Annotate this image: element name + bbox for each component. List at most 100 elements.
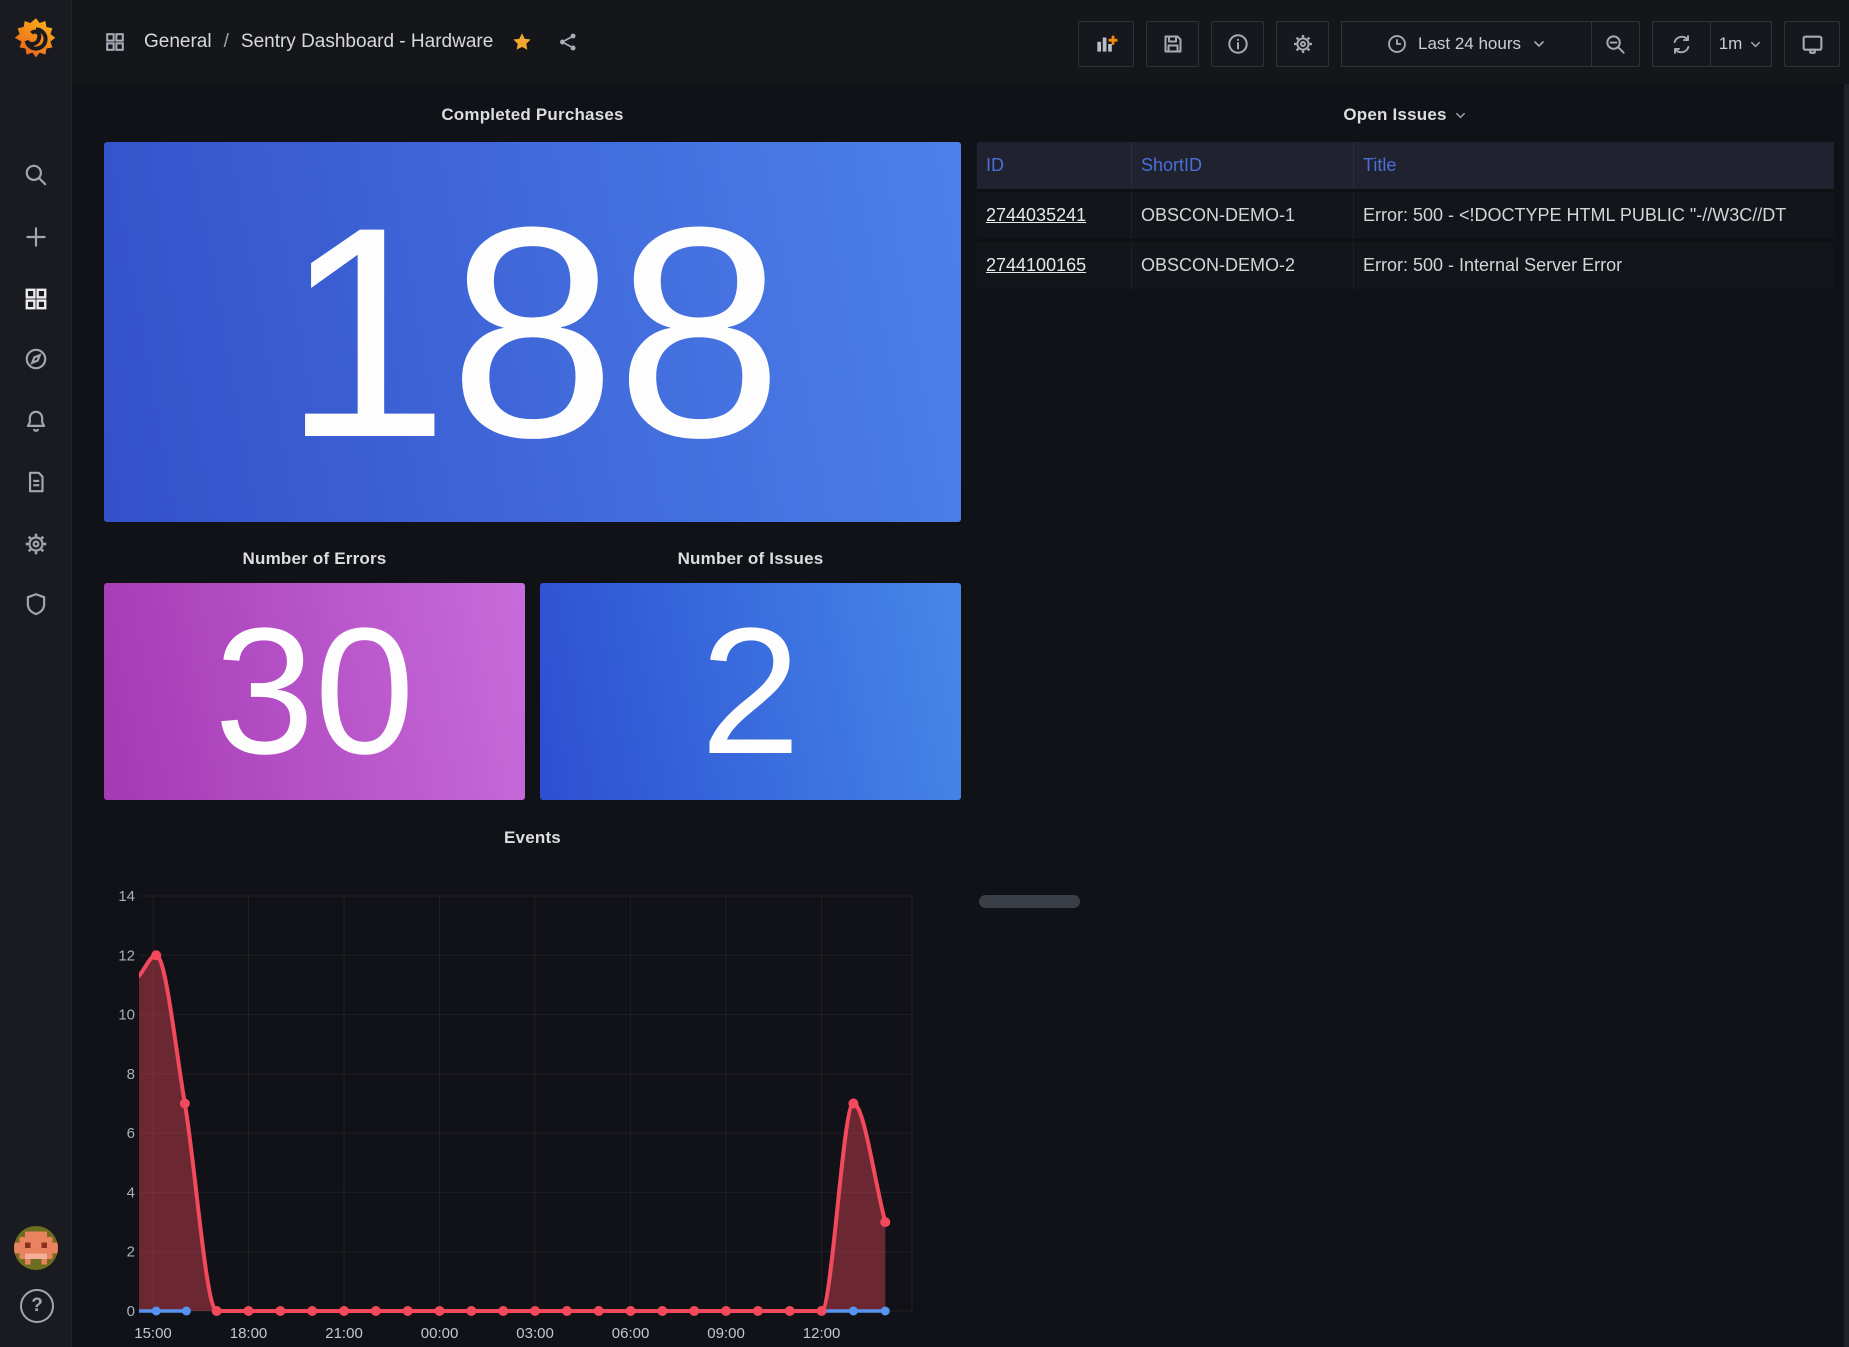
grafana-logo[interactable] <box>10 13 62 65</box>
column-header-shortid[interactable]: ShortID <box>1132 142 1354 189</box>
share-icon <box>560 33 576 51</box>
sidebar: ? <box>0 0 72 1347</box>
chevron-down-icon <box>1455 112 1465 118</box>
user-avatar[interactable] <box>14 1226 58 1270</box>
grafana-flame-icon <box>14 18 56 58</box>
refresh-interval-label: 1m <box>1718 34 1743 53</box>
chevron-down-icon <box>1751 41 1761 47</box>
sidebar-item-dashboards[interactable] <box>10 275 62 323</box>
open-issues-table: ID ShortID Title 2744035241 OBSCON-DEMO-… <box>977 142 1834 289</box>
svg-text:2: 2 <box>127 1244 135 1261</box>
refresh-group: 1m <box>1652 21 1772 67</box>
refresh-interval-picker[interactable]: 1m <box>1710 22 1771 66</box>
svg-text:06:00: 06:00 <box>612 1325 650 1342</box>
svg-text:0: 0 <box>127 1303 135 1320</box>
svg-text:18:00: 18:00 <box>230 1325 268 1342</box>
sidebar-item-server-admin[interactable] <box>10 580 62 628</box>
breadcrumb-separator: / <box>223 31 229 52</box>
breadcrumb-dashboard-title[interactable]: Sentry Dashboard - Hardware <box>241 31 493 53</box>
svg-text:4: 4 <box>127 1184 135 1201</box>
horizontal-scrollbar-thumb[interactable] <box>979 895 1080 908</box>
issue-title: Error: 500 - <!DOCTYPE HTML PUBLIC "-//W… <box>1363 205 1787 225</box>
breadcrumb-folder[interactable]: General <box>144 31 212 53</box>
stat-number-of-errors[interactable]: 30 <box>104 583 525 800</box>
gear-icon <box>25 533 47 555</box>
page-scrollbar-track[interactable] <box>1844 84 1849 1347</box>
compass-icon <box>25 348 47 370</box>
events-chart-panel: Events 0 2 4 6 8 10 12 14 15:00 18:00 21:00 00:00 03… <box>104 815 961 1347</box>
panel-title-text: Number of Issues <box>677 549 824 568</box>
dashboards-grid-icon <box>25 288 47 310</box>
chevron-down-icon <box>1534 41 1544 48</box>
save-icon <box>1164 35 1181 53</box>
svg-text:15:00: 15:00 <box>134 1325 172 1342</box>
svg-text:10: 10 <box>118 1007 135 1024</box>
grafana-app: ? General / Sentry Dashboard - Hardware <box>0 0 1849 1347</box>
dashboard-grid-icon <box>106 33 124 51</box>
panel-title-completed-purchases[interactable]: Completed Purchases <box>104 100 961 130</box>
sidebar-item-explore[interactable] <box>10 335 62 383</box>
panel-title-text: Completed Purchases <box>441 105 624 124</box>
stat-value: 188 <box>282 164 783 500</box>
add-panel-icon <box>1097 35 1118 52</box>
svg-text:09:00: 09:00 <box>707 1325 745 1342</box>
favorite-button[interactable] <box>511 31 533 53</box>
kiosk-mode-button[interactable] <box>1784 21 1840 67</box>
dashboard-insights-button[interactable] <box>1211 21 1264 67</box>
panel-title-text: Open Issues <box>1343 105 1447 124</box>
panel-title-text: Number of Errors <box>242 549 387 568</box>
column-header-id[interactable]: ID <box>977 142 1132 189</box>
gear-icon <box>1293 35 1312 53</box>
time-picker-group: Last 24 hours <box>1341 21 1640 67</box>
dashboard-toolbar: Last 24 hours 1m <box>1078 21 1840 67</box>
share-button[interactable] <box>557 31 579 53</box>
refresh-button[interactable] <box>1653 22 1710 66</box>
issue-shortid: OBSCON-DEMO-2 <box>1132 242 1354 289</box>
panel-title-open-issues[interactable]: Open Issues <box>977 100 1834 130</box>
save-dashboard-button[interactable] <box>1146 21 1199 67</box>
shield-icon <box>26 593 46 616</box>
svg-text:03:00: 03:00 <box>516 1325 554 1342</box>
add-panel-button[interactable] <box>1078 21 1134 67</box>
breadcrumb: General / Sentry Dashboard - Hardware <box>104 0 579 84</box>
table-row: 2744035241 OBSCON-DEMO-1 Error: 500 - <!… <box>977 189 1834 239</box>
sidebar-item-configuration[interactable] <box>10 520 62 568</box>
svg-text:8: 8 <box>127 1066 135 1083</box>
svg-text:6: 6 <box>127 1125 135 1142</box>
stat-completed-purchases[interactable]: 188 <box>104 142 961 522</box>
svg-text:21:00: 21:00 <box>325 1325 363 1342</box>
stat-value: 30 <box>214 590 415 792</box>
help-glyph: ? <box>31 1295 43 1316</box>
document-icon <box>28 471 44 493</box>
zoom-out-time-button[interactable] <box>1591 22 1639 66</box>
column-header-title[interactable]: Title <box>1354 142 1834 189</box>
star-icon <box>513 33 531 50</box>
bell-icon <box>26 410 46 432</box>
table-header-row: ID ShortID Title <box>977 142 1834 189</box>
time-range-label: Last 24 hours <box>1417 34 1521 53</box>
sidebar-item-create[interactable] <box>10 213 62 261</box>
info-icon <box>1227 34 1248 54</box>
clock-icon <box>1388 35 1406 53</box>
issue-shortid: OBSCON-DEMO-1 <box>1132 192 1354 239</box>
sidebar-item-documentation[interactable] <box>10 458 62 506</box>
refresh-icon <box>1673 34 1690 54</box>
panel-title-number-of-errors[interactable]: Number of Errors <box>104 544 525 574</box>
help-icon[interactable]: ? <box>20 1289 54 1323</box>
table-row: 2744100165 OBSCON-DEMO-2 Error: 500 - In… <box>977 239 1834 289</box>
svg-text:12:00: 12:00 <box>803 1325 841 1342</box>
sidebar-item-search[interactable] <box>10 151 62 199</box>
zoom-out-icon <box>1606 34 1625 54</box>
stat-value: 2 <box>700 590 801 792</box>
stat-number-of-issues[interactable]: 2 <box>540 583 961 800</box>
dashboard-settings-button[interactable] <box>1276 21 1329 67</box>
time-range-picker[interactable]: Last 24 hours <box>1342 22 1591 66</box>
sidebar-item-alerting[interactable] <box>10 397 62 445</box>
issue-id-link[interactable]: 2744035241 <box>986 205 1086 226</box>
issue-id-link[interactable]: 2744100165 <box>986 255 1086 276</box>
svg-text:00:00: 00:00 <box>421 1325 459 1342</box>
search-icon <box>25 164 47 186</box>
header-bar: General / Sentry Dashboard - Hardware La… <box>72 0 1849 84</box>
panel-title-number-of-issues[interactable]: Number of Issues <box>540 544 961 574</box>
events-chart-canvas[interactable]: 0 2 4 6 8 10 12 14 15:00 18:00 21:00 00:00 03:00 06:0… <box>104 815 961 1347</box>
